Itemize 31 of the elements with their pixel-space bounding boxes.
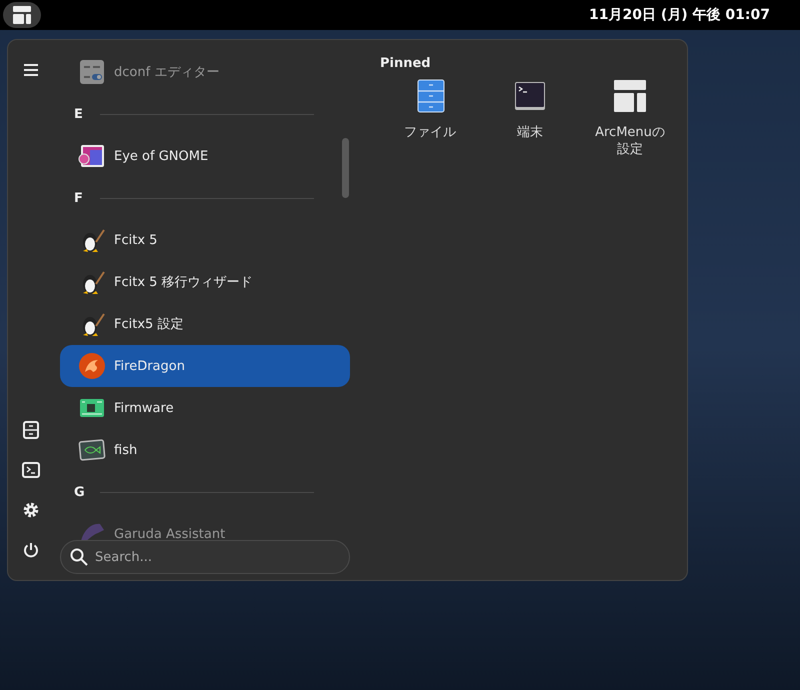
app-item[interactable]: fish — [60, 429, 350, 471]
app-menu-button[interactable] — [3, 2, 41, 28]
scrollbar[interactable] — [342, 138, 349, 198]
dragon-icon — [78, 352, 106, 380]
cabinet-icon — [23, 421, 39, 439]
layout-icon — [12, 5, 32, 25]
settings-icon — [22, 501, 40, 519]
terminal-icon — [22, 462, 40, 478]
switch-icon — [78, 58, 106, 86]
app-item[interactable]: FireDragon — [60, 345, 350, 387]
app-item[interactable]: Fcitx 5 — [60, 219, 350, 261]
image-icon — [78, 142, 106, 170]
pinned-app[interactable]: 端末 — [480, 79, 580, 159]
power-icon — [23, 542, 39, 558]
pinned-app[interactable]: ファイル — [380, 79, 480, 159]
menu-icon — [23, 63, 39, 77]
clock[interactable]: 11月20日 (月) 午後 01:07 — [589, 6, 770, 24]
terminal-icon — [513, 79, 547, 113]
app-item[interactable]: Eye of GNOME — [60, 135, 350, 177]
app-item[interactable]: Garuda Assistant — [60, 513, 350, 540]
pinned-heading: Pinned — [380, 56, 432, 71]
section-letter: G — [74, 484, 86, 500]
app-item[interactable]: Firmware — [60, 387, 350, 429]
section-letter: E — [74, 106, 84, 122]
search-field[interactable]: Search... — [60, 540, 350, 574]
app-item[interactable]: Fcitx5 設定 — [60, 303, 350, 345]
pinned-app[interactable]: ArcMenuの設定 — [580, 79, 680, 159]
layout-icon — [613, 79, 647, 113]
app-item[interactable]: Fcitx 5 移行ウィザード — [60, 261, 350, 303]
section-letter: F — [74, 190, 84, 206]
app-item[interactable]: dconf エディター — [60, 51, 350, 93]
